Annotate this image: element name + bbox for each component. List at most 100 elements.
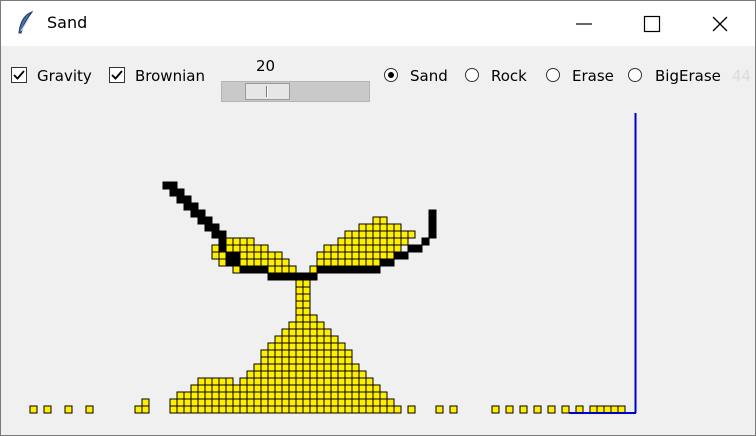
sand-grain (316, 377, 325, 386)
rock-cell (211, 230, 220, 239)
sand-grain (295, 314, 304, 323)
sand-grain (302, 328, 311, 337)
sand-grain (351, 405, 360, 414)
gravity-checkbox[interactable] (11, 67, 27, 83)
sand-grain (295, 349, 304, 358)
sand-grain (365, 237, 374, 246)
sand-grain (358, 244, 367, 253)
sand-grain (400, 230, 409, 239)
gravity-label[interactable]: Gravity (37, 67, 92, 85)
rock-cell (309, 272, 318, 281)
rock-cell (302, 272, 311, 281)
sand-grain (407, 405, 416, 414)
sand-grain (211, 405, 220, 414)
sand-grain (267, 370, 276, 379)
sand-grain (358, 230, 367, 239)
sand-grain (295, 377, 304, 386)
sand-grain (141, 398, 150, 407)
sand-grain (260, 349, 269, 358)
sand-grain (239, 237, 248, 246)
title-bar: Sand (1, 1, 755, 46)
rock-cell (169, 188, 178, 197)
sand-grain (358, 377, 367, 386)
sand-grain (316, 370, 325, 379)
sand-grain (295, 405, 304, 414)
sand-grain (225, 237, 234, 246)
sand-grain (379, 230, 388, 239)
speed-slider[interactable] (221, 81, 370, 102)
sand-grain (365, 244, 374, 253)
sand-grain (225, 244, 234, 253)
sand-grain (309, 377, 318, 386)
rock-radio[interactable] (465, 68, 479, 82)
sand-grain (575, 405, 584, 414)
sand-grain (344, 349, 353, 358)
sand-grain (365, 391, 374, 400)
sand-grain (141, 405, 150, 414)
sand-grain (505, 405, 514, 414)
close-button[interactable] (697, 1, 743, 46)
sand-grain (225, 405, 234, 414)
sand-grain (603, 405, 612, 414)
sand-grain (519, 405, 528, 414)
speed-slider-thumb[interactable] (245, 83, 290, 100)
sand-grain (232, 384, 241, 393)
sand-grain (547, 405, 556, 414)
rock-cell (351, 265, 360, 274)
sand-grain (323, 363, 332, 372)
brownian-checkbox[interactable] (109, 67, 125, 83)
sand-grain (288, 265, 297, 274)
maximize-button[interactable] (629, 1, 675, 46)
brownian-label[interactable]: Brownian (135, 67, 205, 85)
sand-grain (435, 405, 444, 414)
sand-grain (337, 356, 346, 365)
rock-cell (393, 251, 402, 260)
sand-grain (281, 405, 290, 414)
sand-grain (365, 398, 374, 407)
sand-grain (309, 314, 318, 323)
sand-grain (295, 286, 304, 295)
rock-radio-label[interactable]: Rock (491, 67, 527, 85)
sand-grain (337, 258, 346, 267)
rock-cell (183, 202, 192, 211)
minimize-button[interactable] (561, 1, 607, 46)
sand-grain (344, 244, 353, 253)
sand-grain (253, 258, 262, 267)
sand-grain (232, 237, 241, 246)
particle-counter: 44 (732, 67, 752, 85)
sand-grain (330, 244, 339, 253)
sand-canvas[interactable] (1, 109, 755, 435)
sand-grain (386, 398, 395, 407)
sand-radio-label[interactable]: Sand (410, 67, 448, 85)
sand-grain (400, 237, 409, 246)
sand-grain (253, 384, 262, 393)
sand-grain (190, 384, 199, 393)
sand-grain (302, 363, 311, 372)
sand-grain (302, 349, 311, 358)
sand-grain (337, 349, 346, 358)
bigerase-radio[interactable] (628, 68, 642, 82)
sand-grain (351, 384, 360, 393)
erase-radio-label[interactable]: Erase (572, 67, 614, 85)
sand-grain (295, 384, 304, 393)
sand-grain (239, 384, 248, 393)
bigerase-radio-label[interactable]: BigErase (655, 67, 721, 85)
sand-grain (379, 398, 388, 407)
rock-cell (162, 181, 171, 190)
sand-grain (211, 377, 220, 386)
rock-cell (372, 265, 381, 274)
sand-grain (351, 370, 360, 379)
erase-radio[interactable] (546, 68, 560, 82)
sand-grain (274, 356, 283, 365)
sand-grain (267, 377, 276, 386)
sand-radio[interactable] (384, 68, 398, 82)
sand-grains (29, 216, 626, 414)
sand-grain (302, 391, 311, 400)
sand-grain (183, 398, 192, 407)
sand-grain (323, 328, 332, 337)
sand-grain (386, 223, 395, 232)
sand-grain (302, 279, 311, 288)
sand-grain (316, 363, 325, 372)
rock-cell (183, 195, 192, 204)
sand-grain (337, 405, 346, 414)
